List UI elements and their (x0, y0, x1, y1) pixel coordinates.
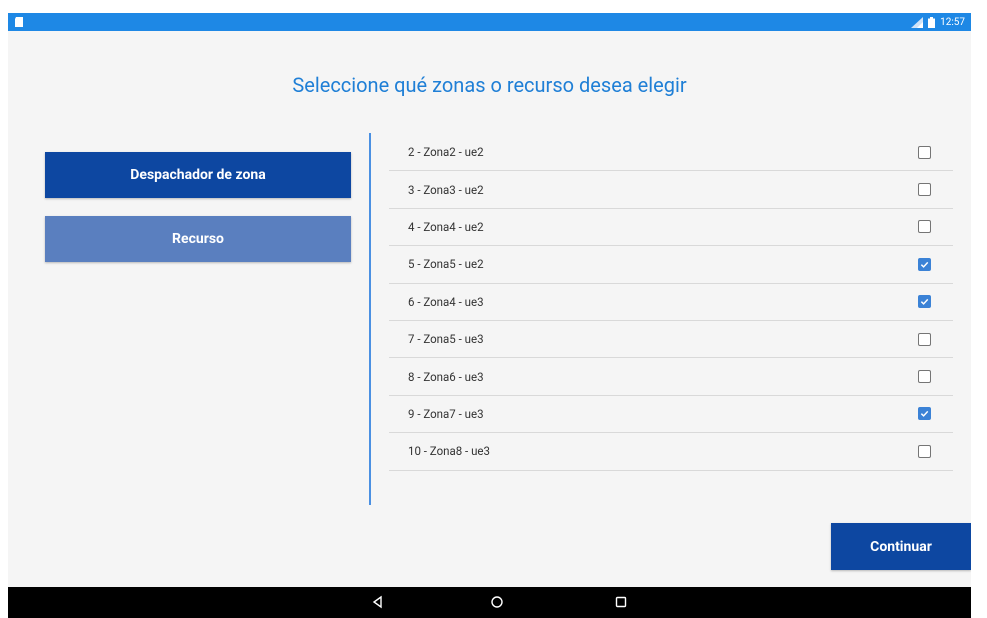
zone-label: 5 - Zona5 - ue2 (408, 257, 484, 272)
zone-dispatcher-button[interactable]: Despachador de zona (45, 152, 351, 198)
sd-card-icon (15, 17, 23, 27)
checkbox-unchecked[interactable] (918, 444, 931, 458)
tablet-screen: 12:57 Seleccione qué zonas o recurso des… (8, 13, 971, 618)
check-icon (920, 411, 929, 418)
navigation-bar (8, 587, 971, 618)
checkbox-unchecked[interactable] (918, 332, 931, 346)
back-icon[interactable] (370, 594, 386, 610)
zone-label: 9 - Zona7 - ue3 (408, 406, 484, 421)
battery-icon (928, 16, 936, 28)
zone-label: 2 - Zona2 - ue2 (408, 145, 484, 160)
zone-label: 6 - Zona4 - ue3 (408, 294, 484, 309)
checkbox-checked[interactable] (918, 257, 931, 271)
zone-label: 4 - Zona4 - ue2 (408, 219, 484, 234)
check-icon (920, 261, 929, 268)
checkbox-unchecked[interactable] (918, 183, 931, 197)
check-icon (920, 299, 929, 306)
recents-icon[interactable] (613, 594, 629, 610)
zone-row[interactable]: 8 - Zona6 - ue3 (389, 358, 953, 396)
checkbox-checked[interactable] (918, 407, 931, 421)
zone-label: 7 - Zona5 - ue3 (408, 332, 484, 347)
status-time: 12:57 (940, 16, 965, 28)
zone-row[interactable]: 6 - Zona4 - ue3 (389, 284, 953, 321)
checkbox-unchecked[interactable] (918, 220, 931, 234)
home-icon[interactable] (489, 594, 505, 610)
signal-icon (911, 16, 924, 28)
zone-row[interactable]: 4 - Zona4 - ue2 (389, 209, 953, 247)
zone-row[interactable]: 3 - Zona3 - ue2 (389, 171, 953, 209)
zone-label: 3 - Zona3 - ue2 (408, 182, 484, 197)
page-title: Seleccione qué zonas o recurso desea ele… (292, 73, 687, 97)
vertical-divider (369, 133, 371, 505)
zone-row[interactable]: 10 - Zona8 - ue3 (389, 433, 953, 471)
continue-button[interactable]: Continuar (831, 523, 971, 570)
checkbox-unchecked[interactable] (918, 145, 931, 159)
zone-list: 2 - Zona2 - ue2 3 - Zona3 - ue2 4 - Zona4 … (389, 134, 953, 471)
zone-row[interactable]: 2 - Zona2 - ue2 (389, 134, 953, 172)
status-icons: 12:57 (911, 13, 965, 31)
zone-label: 8 - Zona6 - ue3 (408, 369, 484, 384)
status-bar: 12:57 (8, 13, 971, 31)
resource-button[interactable]: Recurso (45, 216, 351, 262)
zone-label: 10 - Zona8 - ue3 (408, 444, 490, 459)
zone-row[interactable]: 9 - Zona7 - ue3 (389, 396, 953, 434)
checkbox-unchecked[interactable] (918, 370, 931, 384)
zone-row[interactable]: 5 - Zona5 - ue2 (389, 246, 953, 284)
checkbox-checked[interactable] (918, 295, 931, 309)
zone-row[interactable]: 7 - Zona5 - ue3 (389, 321, 953, 359)
